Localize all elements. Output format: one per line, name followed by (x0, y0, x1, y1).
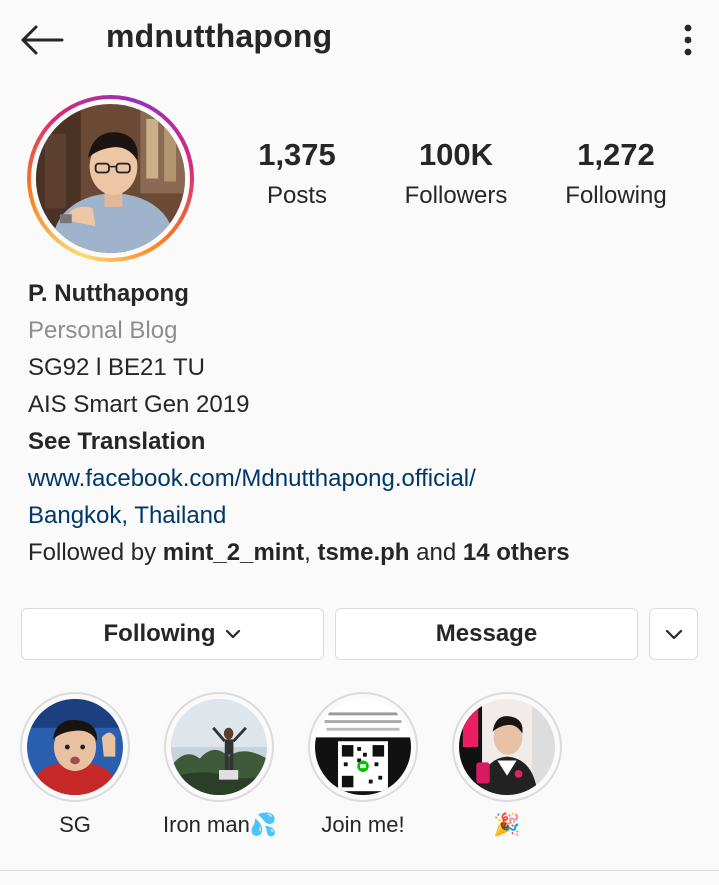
location-link[interactable]: Bangkok, Thailand (28, 497, 708, 534)
profile-category: Personal Blog (28, 317, 178, 344)
back-button[interactable] (18, 20, 66, 60)
posts-count: 1,375 (258, 137, 336, 172)
mutual-follower-2[interactable]: tsme.ph (317, 539, 409, 566)
profile-username: mdnutthapong (106, 18, 333, 54)
follower-separator: , (304, 539, 318, 566)
and-text: and (409, 539, 463, 566)
followers-label: Followers (404, 182, 508, 210)
message-button[interactable]: Message (335, 608, 638, 660)
chevron-down-icon (665, 629, 682, 639)
display-name: P. Nutthapong (28, 280, 189, 307)
followers-stat[interactable]: 100K Followers (371, 137, 541, 210)
more-options-button[interactable] (668, 18, 708, 62)
highlight-label: SG (59, 812, 91, 837)
highlight-iron-man[interactable]: Iron man💦 (163, 692, 278, 838)
message-button-label: Message (435, 620, 538, 647)
bio-line-1: SG92 l BE21 TU (28, 354, 205, 381)
following-button[interactable]: Following (21, 608, 324, 660)
followed-by-text[interactable]: Followed by mint_2_mint, tsme.ph and 14 … (28, 534, 708, 571)
followers-count: 100K (418, 137, 494, 172)
followed-by-prefix: Followed by (28, 539, 163, 566)
highlight-label: Join me! (321, 812, 405, 837)
following-button-label: Following (103, 620, 216, 647)
profile-avatar (36, 104, 185, 253)
highlight-label: 🎉 (493, 812, 521, 837)
highlight-join-me[interactable]: Join me! (307, 692, 419, 838)
website-link[interactable]: www.facebook.com/Mdnutthapong.official/ (28, 460, 708, 497)
vertical-dots-icon (684, 24, 692, 56)
profile-avatar-story-ring[interactable] (27, 95, 194, 262)
top-bar: mdnutthapong (0, 0, 719, 80)
following-count: 1,272 (577, 137, 655, 172)
following-stat[interactable]: 1,272 Following (531, 137, 701, 210)
bio-line-2: AIS Smart Gen 2019 (28, 391, 250, 418)
profile-bio: P. Nutthapong Personal Blog SG92 l BE21 … (28, 275, 708, 571)
arrow-left-icon (21, 25, 64, 55)
highlight-cover (171, 699, 267, 795)
mutual-follower-1[interactable]: mint_2_mint (163, 539, 304, 566)
posts-label: Posts (266, 182, 328, 210)
highlight-cover (459, 699, 555, 795)
highlight-cover (315, 699, 411, 795)
following-label: Following (565, 182, 667, 210)
suggested-accounts-button[interactable] (649, 608, 698, 660)
posts-stat[interactable]: 1,375 Posts (212, 137, 382, 210)
other-followers-count[interactable]: 14 others (463, 539, 570, 566)
see-translation-link[interactable]: See Translation (28, 423, 708, 460)
highlight-party[interactable]: 🎉 (451, 692, 563, 838)
chevron-down-icon (226, 629, 241, 639)
highlight-label: Iron man💦 (163, 812, 278, 837)
section-divider (0, 870, 719, 871)
highlight-sg[interactable]: SG (19, 692, 131, 838)
highlight-cover (27, 699, 123, 795)
